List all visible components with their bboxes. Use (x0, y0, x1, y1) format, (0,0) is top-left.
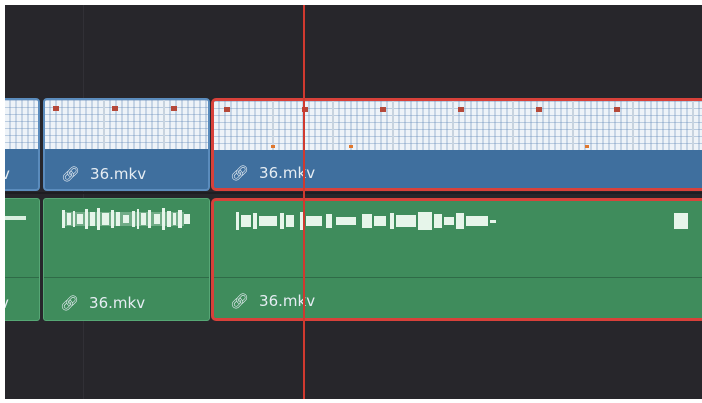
audio-waveform (62, 208, 190, 230)
audio-level-line (214, 277, 702, 278)
audio-waveform (236, 212, 688, 230)
link-icon: 🔗︎ (230, 164, 250, 182)
audio-level-line (5, 277, 39, 278)
video-clip-36mkv-selected[interactable]: 🔗︎ 36.mkv (211, 98, 702, 191)
clip-name-text: 36.mkv (89, 294, 146, 312)
thumbnail-marker (271, 145, 275, 148)
thumbnail-marker (349, 145, 353, 148)
clip-thumbnails (5, 100, 38, 149)
timeline-panel[interactable]: v 🔗︎ 36.mkv 🔗︎ 36.mkv (5, 5, 702, 399)
thumbnail-marker (112, 106, 118, 111)
playhead[interactable] (303, 5, 305, 399)
link-icon: 🔗︎ (230, 292, 250, 310)
thumbnail-marker (458, 107, 464, 112)
video-clip-partial[interactable]: v (5, 98, 40, 191)
clip-name: 🔗︎ 36.mkv (60, 294, 145, 312)
audio-waveform (5, 216, 26, 220)
thumbnail-marker (224, 107, 230, 112)
thumbnail-marker (380, 107, 386, 112)
audio-level-line (44, 277, 209, 278)
clip-label: v (5, 294, 9, 312)
clip-label: v (5, 165, 10, 183)
audio-clip-36mkv-selected[interactable]: 🔗︎ 36.mkv (211, 198, 702, 321)
track-divider (5, 192, 702, 194)
video-clip-36mkv[interactable]: 🔗︎ 36.mkv (43, 98, 210, 191)
thumbnail-marker (171, 106, 177, 111)
clip-name-text: 36.mkv (259, 292, 316, 310)
thumbnail-marker (536, 107, 542, 112)
thumbnail-marker (53, 106, 59, 111)
audio-clip-partial[interactable]: v (5, 198, 40, 321)
clip-name-text: 36.mkv (259, 164, 316, 182)
clip-thumbnails (214, 101, 702, 150)
link-icon: 🔗︎ (60, 294, 80, 312)
clip-name-text: 36.mkv (90, 165, 147, 183)
link-icon: 🔗︎ (61, 165, 81, 183)
clip-name: 🔗︎ 36.mkv (61, 165, 146, 183)
audio-clip-36mkv[interactable]: 🔗︎ 36.mkv (43, 198, 210, 321)
thumbnail-marker (585, 145, 589, 148)
thumbnail-marker (614, 107, 620, 112)
clip-thumbnails (45, 100, 208, 149)
